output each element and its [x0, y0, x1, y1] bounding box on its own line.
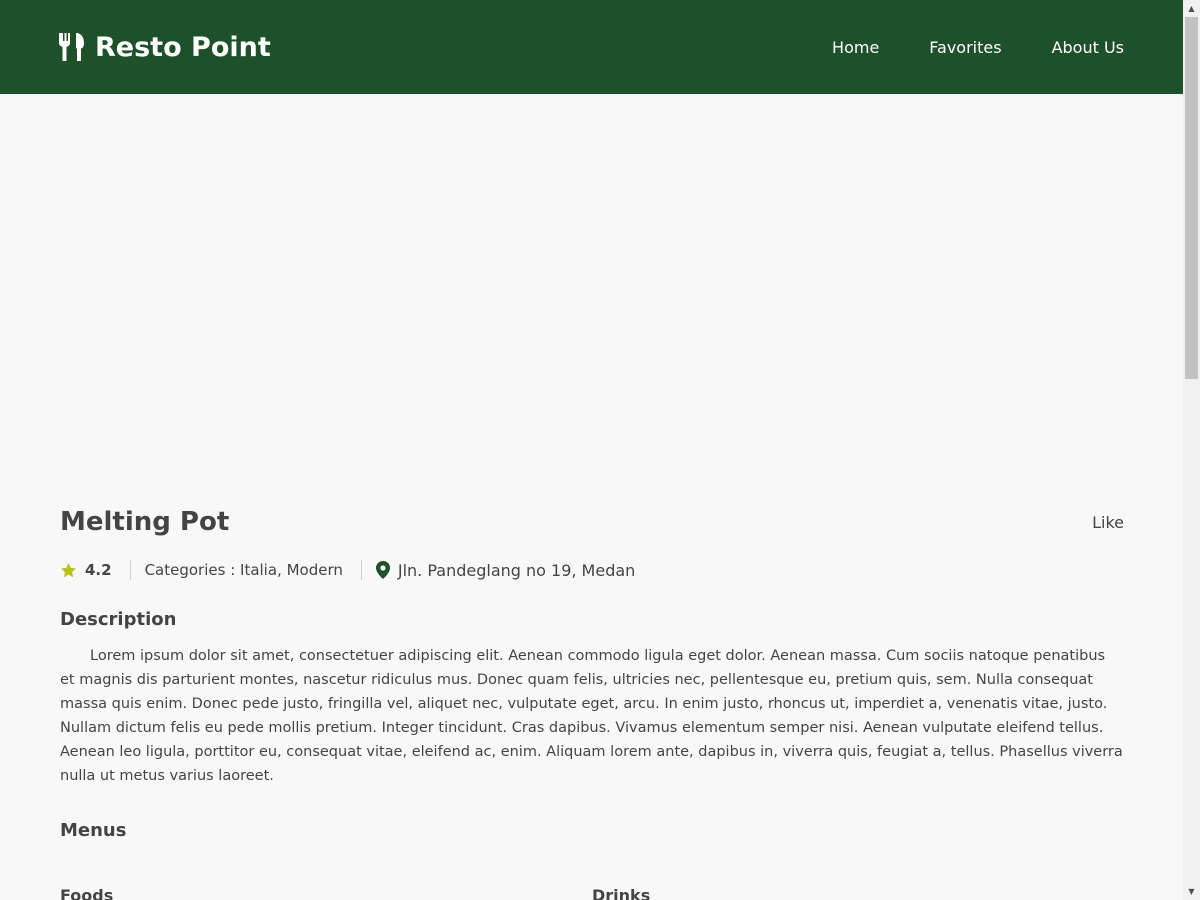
star-icon	[61, 562, 76, 577]
categories-text: Categories : Italia, Modern	[144, 561, 343, 579]
utensils-icon	[59, 33, 84, 61]
brand[interactable]: Resto Point	[59, 32, 271, 63]
nav-home-link[interactable]: Home	[832, 38, 879, 57]
scrollbar-thumb[interactable]	[1185, 17, 1198, 379]
main-nav: Home Favorites About Us	[782, 38, 1124, 57]
address: Jln. Pandeglang no 19, Medan	[375, 560, 636, 580]
categories: Categories : Italia, Modern	[145, 561, 343, 579]
rating-value: 4.2	[85, 561, 112, 579]
app-header: Resto Point Home Favorites About Us	[0, 0, 1183, 94]
nav-favorites-link[interactable]: Favorites	[929, 38, 1001, 57]
nav-about-link[interactable]: About Us	[1052, 38, 1124, 57]
foods-column: Foods	[60, 886, 592, 900]
foods-title: Foods	[60, 886, 114, 900]
drinks-title: Drinks	[592, 886, 651, 900]
restaurant-detail: Melting Pot Like 4.2 Categories : Italia…	[0, 494, 1183, 900]
menus-title: Menus	[60, 820, 127, 841]
meta-divider	[129, 560, 131, 580]
drinks-column: Drinks	[592, 886, 1124, 900]
address-text: Jln. Pandeglang no 19, Medan	[397, 560, 636, 580]
restaurant-name: Melting Pot	[60, 507, 230, 537]
title-row: Melting Pot Like	[60, 494, 1124, 550]
scroll-down-arrow-icon[interactable]: ▼	[1183, 883, 1200, 900]
browser-viewport: Resto Point Home Favorites About Us Melt…	[0, 0, 1200, 900]
meta-divider	[360, 560, 362, 580]
restaurant-image	[0, 94, 1183, 484]
brand-name: Resto Point	[95, 31, 271, 63]
restaurant-meta: 4.2 Categories : Italia, Modern Jln. Pan…	[60, 555, 1124, 585]
scroll-up-arrow-icon[interactable]: ▲	[1183, 0, 1200, 17]
menu-columns: Foods Drinks	[60, 886, 1124, 900]
like-button[interactable]: Like	[1092, 513, 1124, 532]
map-pin-icon	[375, 561, 390, 579]
vertical-scrollbar[interactable]: ▲ ▼	[1183, 0, 1200, 900]
description-text: Lorem ipsum dolor sit amet, consectetuer…	[60, 648, 1123, 784]
rating: 4.2	[60, 561, 112, 579]
page: Resto Point Home Favorites About Us Melt…	[0, 0, 1183, 900]
description-title: Description	[60, 609, 177, 630]
